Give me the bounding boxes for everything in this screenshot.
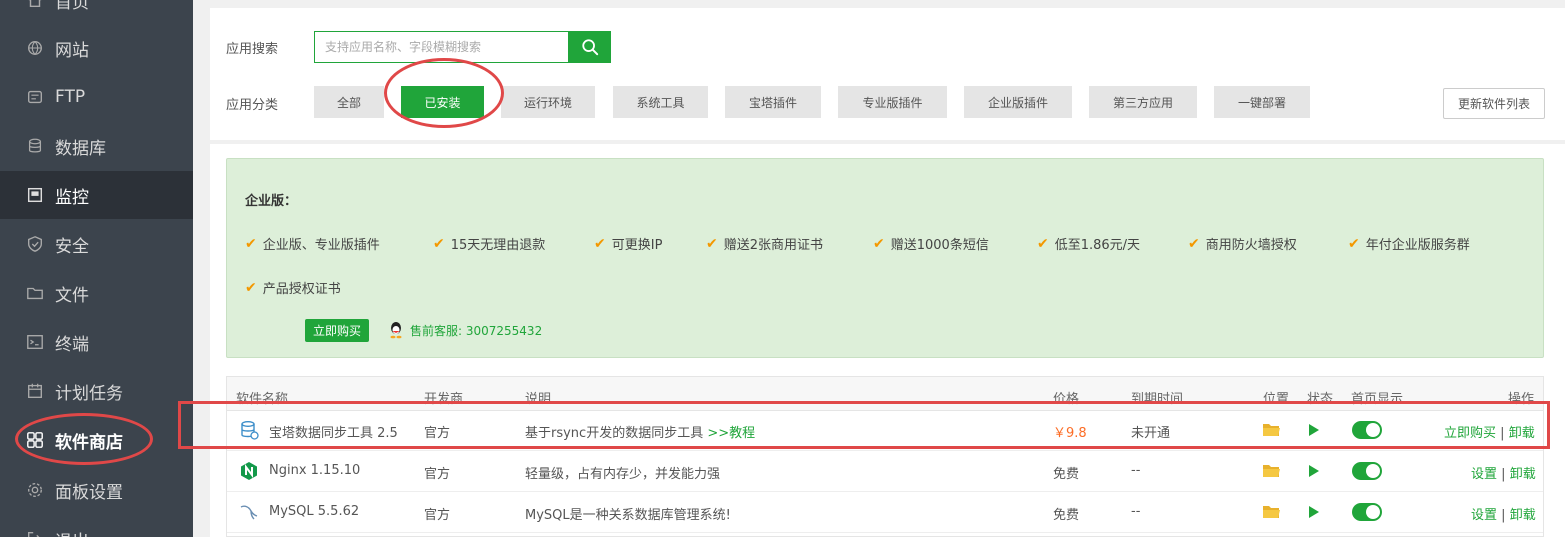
check-icon: ✔: [433, 235, 445, 252]
database-icon: [25, 136, 45, 156]
homepage-toggle[interactable]: [1352, 503, 1382, 521]
buy-now-button[interactable]: 立即购买: [305, 319, 369, 342]
play-icon[interactable]: [1309, 465, 1319, 477]
feature-item: ✔ 赠送1000条短信: [873, 235, 989, 254]
folder-open-icon[interactable]: [1263, 505, 1280, 519]
developer: 官方: [424, 508, 451, 523]
settings-link[interactable]: 设置: [1471, 467, 1497, 482]
homepage-toggle[interactable]: [1352, 462, 1382, 480]
category-all[interactable]: 全部: [314, 86, 384, 118]
description: MySQL是一种关系数据库管理系统!: [525, 508, 731, 523]
terminal-icon: [25, 332, 45, 352]
price: 免费: [1053, 508, 1080, 523]
row-actions: 设置 | 卸载: [1471, 508, 1536, 523]
sidebar-item-terminal[interactable]: 终端: [0, 318, 193, 366]
description: 轻量级，占有内存少，并发能力强: [525, 467, 721, 482]
annotation-ellipse: [15, 413, 153, 465]
feature-item: ✔ 商用防火墙授权: [1188, 235, 1297, 254]
category-label: 应用分类: [226, 98, 279, 113]
check-icon: ✔: [873, 235, 885, 252]
mysql-icon: [239, 502, 259, 522]
app-window: 首页 网站 FTP 数据库 监控 安全 文件 终端 计划任务 软件商店 面板设置…: [0, 0, 1565, 537]
category-system-tools[interactable]: 系统工具: [613, 86, 708, 118]
sidebar-item-logout[interactable]: 退出: [0, 515, 193, 537]
folder-icon: [25, 283, 45, 303]
monitor-icon: [25, 185, 45, 205]
home-icon: [25, 0, 45, 10]
presales-support-link[interactable]: 售前客服: 3007255432: [388, 321, 542, 339]
expire-time: --: [1131, 463, 1141, 478]
logout-icon: [25, 529, 45, 537]
price: 免费: [1053, 467, 1080, 482]
annotation-ellipse: [384, 58, 504, 128]
table-row[interactable]: Nginx 1.15.10 官方 轻量级，占有内存少，并发能力强 免费 -- 设…: [227, 452, 1543, 492]
folder-open-icon[interactable]: [1263, 464, 1280, 478]
play-icon[interactable]: [1309, 506, 1319, 518]
check-icon: ✔: [245, 235, 257, 252]
calendar-icon: [25, 381, 45, 401]
category-runtime[interactable]: 运行环境: [501, 86, 595, 118]
row-actions: 设置 | 卸载: [1471, 467, 1536, 482]
check-icon: ✔: [594, 235, 606, 252]
enterprise-title: 企业版：: [245, 194, 298, 209]
check-icon: ✔: [245, 279, 257, 296]
sidebar-item-ftp[interactable]: FTP: [0, 73, 193, 121]
check-icon: ✔: [1037, 235, 1049, 252]
gear-icon: [25, 480, 45, 500]
sidebar-item-monitor[interactable]: 监控: [0, 171, 193, 219]
category-bt-plugins[interactable]: 宝塔插件: [725, 86, 821, 118]
search-icon: [581, 38, 599, 56]
check-icon: ✔: [1188, 235, 1200, 252]
uninstall-link[interactable]: 卸载: [1510, 508, 1536, 523]
expire-time: --: [1131, 504, 1141, 519]
search-label: 应用搜索: [226, 42, 279, 57]
category-pro-plugins[interactable]: 专业版插件: [838, 86, 947, 118]
sidebar-item-cron[interactable]: 计划任务: [0, 367, 193, 415]
developer: 官方: [424, 467, 451, 482]
check-icon: ✔: [1348, 235, 1360, 252]
software-name: Nginx 1.15.10: [269, 463, 361, 478]
settings-link[interactable]: 设置: [1471, 508, 1497, 523]
uninstall-link[interactable]: 卸载: [1510, 467, 1536, 482]
feature-item: ✔ 赠送2张商用证书: [706, 235, 824, 254]
sidebar-item-files[interactable]: 文件: [0, 269, 193, 317]
feature-item: ✔ 年付企业版服务群: [1348, 235, 1470, 254]
software-name: MySQL 5.5.62: [269, 504, 360, 519]
sidebar-item-website[interactable]: 网站: [0, 24, 193, 72]
category-third-party[interactable]: 第三方应用: [1089, 86, 1197, 118]
enterprise-banner: 企业版： ✔ 企业版、专业版插件 ✔ 15天无理由退款 ✔ 可更换IP ✔ 赠送2张商用…: [226, 158, 1544, 358]
ftp-icon: [25, 87, 45, 107]
divider: [210, 140, 1565, 144]
category-enterprise-plugins[interactable]: 企业版插件: [964, 86, 1072, 118]
table-row[interactable]: MySQL 5.5.62 官方 MySQL是一种关系数据库管理系统! 免费 --…: [227, 493, 1543, 533]
category-one-click-deploy[interactable]: 一键部署: [1214, 86, 1310, 118]
feature-item: ✔ 可更换IP: [594, 235, 663, 254]
sidebar-item-home[interactable]: 首页: [0, 0, 193, 24]
nginx-icon: [239, 461, 259, 481]
shield-icon: [25, 234, 45, 254]
qq-penguin-icon: [388, 321, 404, 339]
feature-item: ✔ 低至1.86元/天: [1037, 235, 1141, 254]
feature-item: ✔ 15天无理由退款: [433, 235, 546, 254]
check-icon: ✔: [706, 235, 718, 252]
refresh-list-button[interactable]: 更新软件列表: [1443, 88, 1545, 119]
globe-icon: [25, 38, 45, 58]
search-button[interactable]: [568, 31, 611, 63]
sidebar-item-security[interactable]: 安全: [0, 220, 193, 268]
sidebar-item-database[interactable]: 数据库: [0, 122, 193, 170]
sidebar-item-panel-settings[interactable]: 面板设置: [0, 466, 193, 514]
annotation-rect: [178, 401, 1550, 449]
feature-item: ✔ 产品授权证书: [245, 279, 341, 298]
feature-item: ✔ 企业版、专业版插件: [245, 235, 380, 254]
